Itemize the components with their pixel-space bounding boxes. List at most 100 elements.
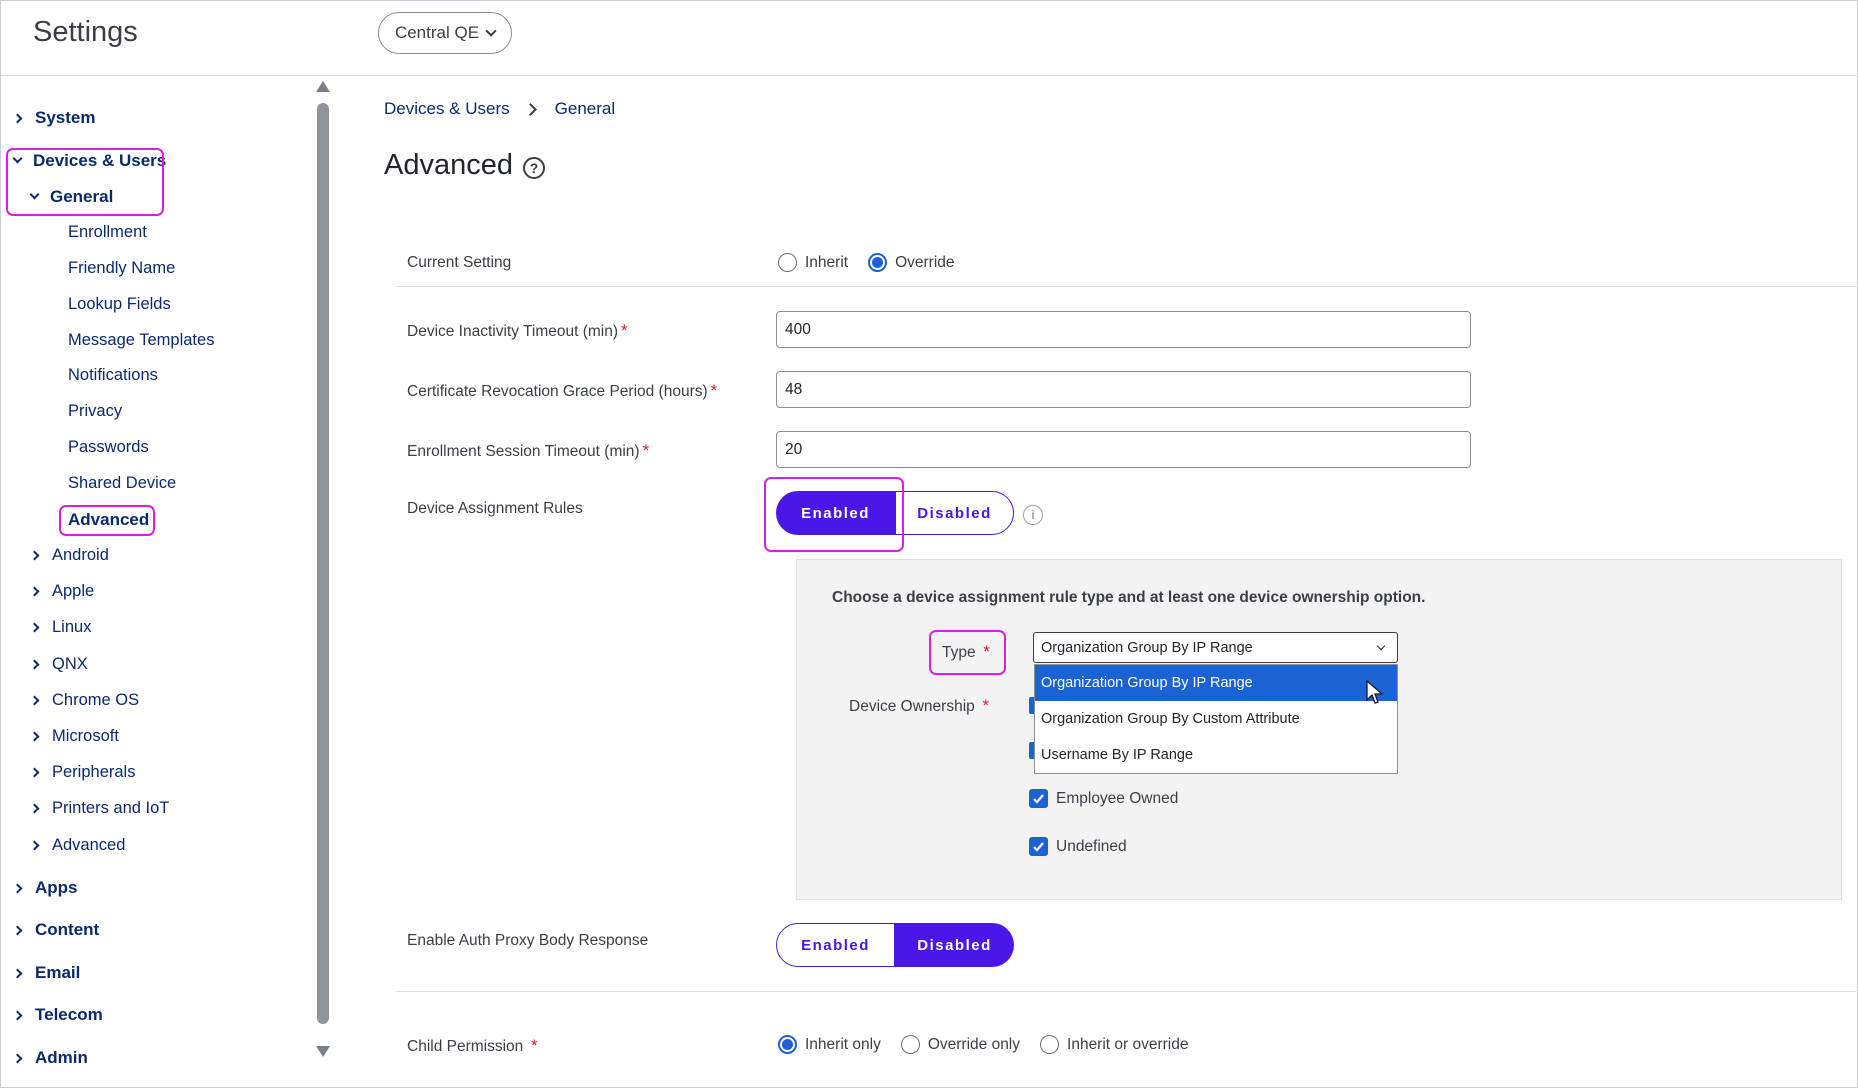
chevron-right-icon: [523, 102, 537, 116]
sidebar-item-qnx[interactable]: QNX: [29, 655, 88, 674]
radio-inherit[interactable]: Inherit: [778, 253, 848, 272]
sidebar-item-privacy[interactable]: Privacy: [68, 402, 122, 421]
chevron-right-icon: [12, 1053, 23, 1063]
divider: [396, 991, 1858, 992]
sidebar-item-apple[interactable]: Apple: [29, 582, 95, 601]
radio-circle: [900, 1035, 920, 1054]
info-icon[interactable]: i: [1023, 505, 1043, 525]
mouse-pointer-icon: [1366, 680, 1384, 704]
auth-proxy-disabled-button[interactable]: Disabled: [895, 923, 1014, 967]
radio-circle-checked: [778, 1035, 797, 1054]
sidebar-item-microsoft[interactable]: Microsoft: [29, 727, 119, 746]
sidebar-item-shared-device[interactable]: Shared Device: [68, 474, 176, 493]
sidebar-item-system[interactable]: System: [12, 108, 96, 128]
sidebar-item-label: Apple: [52, 582, 95, 600]
sidebar-item-label: Printers and IoT: [52, 799, 170, 817]
question-circle-icon[interactable]: ?: [523, 157, 545, 179]
sidebar-item-android[interactable]: Android: [29, 546, 109, 565]
radio-label: Override: [895, 253, 955, 271]
page-title: Advanced: [384, 149, 513, 181]
sidebar-item-devices-users[interactable]: Devices & Users: [12, 151, 167, 171]
sidebar-item-label: Microsoft: [52, 727, 119, 745]
sidebar-item-telecom[interactable]: Telecom: [12, 1005, 103, 1025]
device-ownership-label: Device Ownership *: [849, 696, 989, 716]
sidebar-item-label: Devices & Users: [33, 151, 167, 170]
sidebar-item-admin[interactable]: Admin: [12, 1048, 88, 1068]
checkbox-undefined[interactable]: Undefined: [1029, 837, 1127, 856]
radio-label: Inherit only: [805, 1035, 881, 1053]
sidebar-item-peripherals[interactable]: Peripherals: [29, 763, 135, 782]
checkbox-label: Employee Owned: [1056, 789, 1179, 807]
type-option-username-ip-range[interactable]: Username By IP Range: [1035, 737, 1397, 773]
device-assignment-rules-label: Device Assignment Rules: [407, 500, 583, 517]
org-selector[interactable]: Central QE: [378, 12, 512, 54]
radio-label: Inherit: [805, 253, 849, 271]
required-asterisk: *: [978, 642, 990, 661]
current-setting-label: Current Setting: [407, 254, 512, 271]
sidebar-item-linux[interactable]: Linux: [29, 618, 91, 637]
radio-circle: [1040, 1035, 1060, 1054]
current-setting-radio-group: Inherit Override: [778, 253, 975, 272]
enrollment-session-input[interactable]: [776, 431, 1471, 468]
sidebar-item-lookup-fields[interactable]: Lookup Fields: [68, 295, 171, 314]
label-text: Enrollment Session Timeout (min): [407, 443, 640, 460]
type-option-ip-range[interactable]: Organization Group By IP Range: [1035, 665, 1397, 701]
top-bar: Settings Central QE: [0, 0, 1858, 76]
required-asterisk: *: [642, 441, 650, 460]
radio-override[interactable]: Override: [868, 253, 955, 272]
required-asterisk: *: [621, 321, 628, 340]
chevron-right-icon: [12, 883, 23, 893]
type-option-custom-attribute[interactable]: Organization Group By Custom Attribute: [1035, 701, 1397, 737]
chevron-right-icon: [29, 767, 40, 778]
sidebar-item-passwords[interactable]: Passwords: [68, 438, 149, 457]
checkbox-employee-owned[interactable]: Employee Owned: [1029, 789, 1178, 808]
chevron-down-icon: [1376, 641, 1386, 651]
child-permission-radio-group: Inherit only Override only Inherit or ov…: [778, 1035, 1209, 1054]
label-text: Type: [942, 644, 976, 661]
sidebar-item-label: System: [35, 108, 96, 127]
sidebar-item-content[interactable]: Content: [12, 920, 99, 940]
scroll-up-arrow-icon[interactable]: [316, 81, 330, 92]
radio-inherit-only[interactable]: Inherit only: [778, 1035, 881, 1054]
chevron-right-icon: [12, 968, 23, 978]
label-text: Device Ownership: [849, 698, 975, 715]
device-inactivity-label: Device Inactivity Timeout (min) *: [407, 321, 628, 341]
radio-inherit-or-override[interactable]: Inherit or override: [1040, 1035, 1189, 1054]
sidebar-item-friendly-name[interactable]: Friendly Name: [68, 259, 175, 278]
sidebar-item-platform-advanced[interactable]: Advanced: [29, 836, 126, 855]
breadcrumb: Devices & Users General: [384, 99, 615, 119]
required-asterisk: *: [526, 1036, 538, 1055]
device-assignment-enabled-button[interactable]: Enabled: [776, 491, 895, 535]
rule-panel-heading: Choose a device assignment rule type and…: [832, 589, 1426, 606]
sidebar-item-apps[interactable]: Apps: [12, 878, 78, 898]
sidebar-item-advanced-selected[interactable]: Advanced: [68, 510, 149, 530]
chevron-right-icon: [29, 695, 40, 706]
sidebar-item-message-templates[interactable]: Message Templates: [68, 331, 214, 350]
auth-proxy-enabled-button[interactable]: Enabled: [776, 923, 895, 967]
checkbox-label: Undefined: [1056, 837, 1127, 855]
device-inactivity-input[interactable]: [776, 311, 1471, 348]
chevron-right-icon: [29, 840, 40, 851]
sidebar-item-label: General: [50, 187, 114, 206]
sidebar-item-enrollment[interactable]: Enrollment: [68, 223, 147, 242]
type-dropdown-list: Organization Group By IP Range Organizat…: [1034, 664, 1398, 774]
sidebar-item-printers-iot[interactable]: Printers and IoT: [29, 799, 170, 818]
chevron-right-icon: [29, 659, 40, 670]
radio-override-only[interactable]: Override only: [900, 1035, 1020, 1054]
chevron-down-icon: [12, 153, 23, 164]
type-select[interactable]: Organization Group By IP Range: [1033, 632, 1398, 663]
enrollment-session-label: Enrollment Session Timeout (min) *: [407, 441, 649, 461]
chevron-down-icon: [485, 25, 497, 37]
sidebar-item-general[interactable]: General: [29, 187, 114, 207]
breadcrumb-parent-link[interactable]: Devices & Users: [384, 99, 510, 119]
chevron-right-icon: [29, 550, 40, 561]
breadcrumb-current-link[interactable]: General: [555, 99, 615, 119]
sidebar-item-chrome-os[interactable]: Chrome OS: [29, 691, 139, 710]
device-assignment-disabled-button[interactable]: Disabled: [895, 491, 1014, 535]
scroll-down-arrow-icon[interactable]: [316, 1046, 330, 1057]
sidebar-scrollbar[interactable]: [317, 103, 329, 1024]
sidebar-item-label: Advanced: [52, 836, 126, 854]
sidebar-item-notifications[interactable]: Notifications: [68, 366, 158, 385]
sidebar-item-email[interactable]: Email: [12, 963, 80, 983]
cert-revocation-input[interactable]: [776, 371, 1471, 408]
